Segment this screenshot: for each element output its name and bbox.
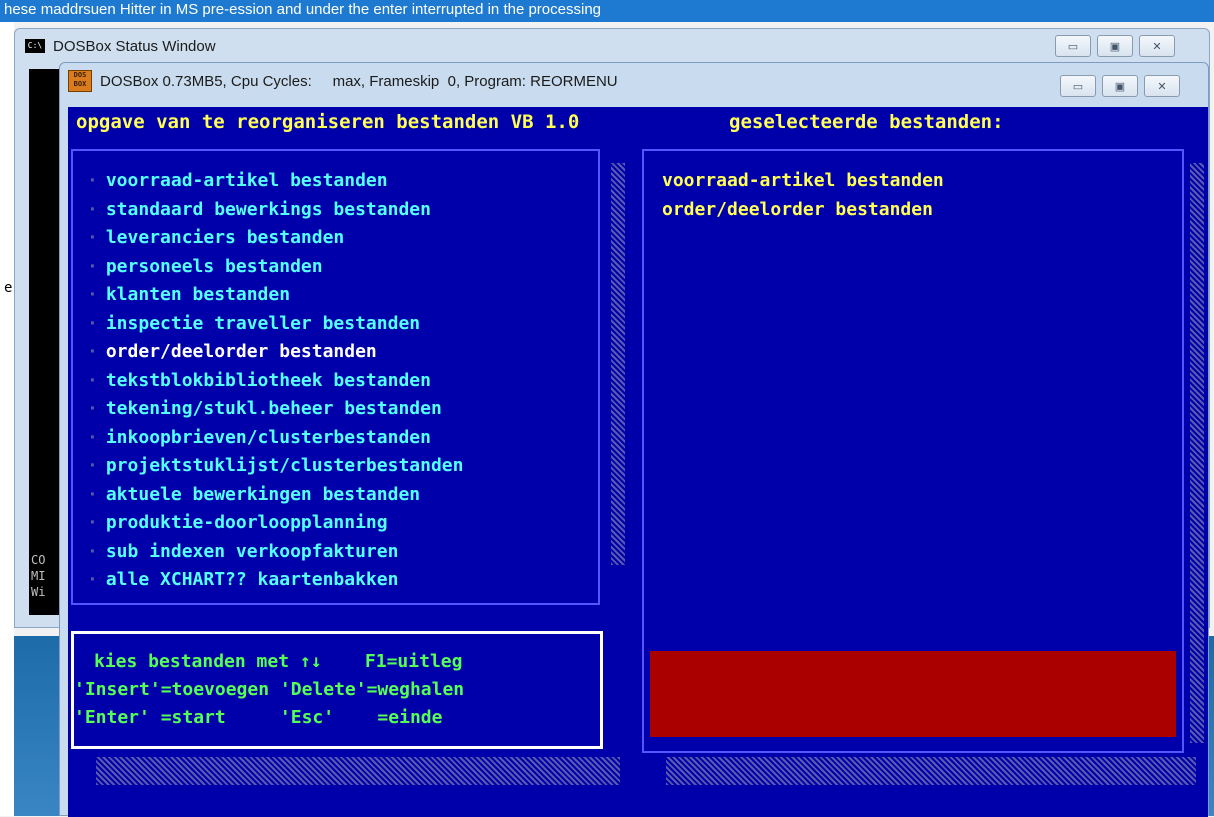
bullet-icon: · bbox=[87, 227, 98, 248]
status-console-area: CO MI Wi bbox=[29, 69, 59, 615]
close-button[interactable]: ✕ bbox=[1139, 35, 1175, 57]
maximize-button[interactable]: ▣ bbox=[1102, 75, 1138, 97]
bullet-icon: · bbox=[87, 369, 98, 391]
dosbox-icon: DOS BOX bbox=[68, 70, 92, 92]
selected-files-panel: voorraad-artikel bestanden order/deelorde… bbox=[642, 149, 1184, 753]
file-list-item-label: aktuele bewerkingen bestanden bbox=[105, 483, 421, 505]
file-list-item[interactable]: · projektstuklijst/clusterbestanden bbox=[87, 452, 463, 481]
dosbox-window[interactable]: DOS BOX DOSBox 0.73MB5, Cpu Cycles: max, … bbox=[59, 62, 1209, 817]
maximize-icon: ▣ bbox=[1109, 40, 1121, 53]
file-list-item[interactable]: · tekening/stukl.beheer bestanden bbox=[87, 395, 463, 424]
dosbox-title: DOSBox 0.73MB5, Cpu Cycles: max, Framesk… bbox=[100, 72, 618, 90]
bullet-icon: · bbox=[87, 483, 98, 505]
bullet-icon: · bbox=[87, 341, 98, 362]
file-list-item[interactable]: · aktuele bewerkingen bestanden bbox=[87, 481, 463, 510]
console-line: CO bbox=[31, 553, 46, 567]
help-line: 'Insert'=toevoegen 'Delete'=weghalen bbox=[74, 679, 465, 700]
console-line: MI bbox=[31, 569, 46, 583]
console-icon: C:\ bbox=[25, 39, 45, 53]
status-window-titlebar[interactable]: C:\ DOSBox Status Window bbox=[25, 35, 216, 57]
bullet-icon: · bbox=[87, 455, 98, 476]
file-list-panel: · voorraad-artikel bestanden · standaard be… bbox=[71, 149, 600, 605]
key-help-box: kies bestanden met ↑↓ F1=uitleg 'Insert'… bbox=[71, 631, 603, 749]
file-list-item-label: sub indexen verkoopfakturen bbox=[105, 540, 399, 562]
close-icon: ✕ bbox=[1152, 40, 1162, 53]
file-list-item[interactable]: · tekstblokbibliotheek bestanden bbox=[87, 367, 463, 396]
file-list-item[interactable]: · order/deelorder bestanden bbox=[87, 338, 463, 367]
bullet-icon: · bbox=[87, 312, 98, 334]
top-strip: hese maddrsuen Hitter in MS pre-ession a… bbox=[0, 0, 1214, 22]
selected-file-item[interactable]: voorraad-artikel bestanden bbox=[662, 167, 944, 196]
minimize-button[interactable]: ▭ bbox=[1060, 75, 1096, 97]
file-list-item-label: personeels bestanden bbox=[105, 255, 323, 277]
desktop-edge: e h bbox=[0, 22, 14, 816]
bullet-icon: · bbox=[87, 512, 98, 533]
file-list-item-label: klanten bestanden bbox=[105, 284, 291, 305]
file-list-item-label: order/deelorder bestanden bbox=[105, 341, 377, 362]
file-list-item[interactable]: · produktie-doorloopplanning bbox=[87, 509, 463, 538]
help-line: 'Enter' =start 'Esc' =einde bbox=[74, 707, 443, 728]
desktop-text-e: e bbox=[4, 280, 13, 296]
bullet-icon: · bbox=[87, 569, 98, 590]
close-icon: ✕ bbox=[1157, 80, 1167, 93]
file-list-item[interactable]: · inkoopbrieven/clusterbestanden bbox=[87, 424, 463, 453]
console-line: Wi bbox=[31, 585, 46, 599]
maximize-button[interactable]: ▣ bbox=[1097, 35, 1133, 57]
status-window-title: DOSBox Status Window bbox=[53, 37, 216, 55]
screen-header-right: geselecteerde bestanden: bbox=[729, 111, 1004, 133]
bullet-icon: · bbox=[87, 540, 98, 562]
selected-files-scrollbar[interactable] bbox=[1190, 163, 1204, 743]
close-button[interactable]: ✕ bbox=[1144, 75, 1180, 97]
minimize-button[interactable]: ▭ bbox=[1055, 35, 1091, 57]
bullet-icon: · bbox=[87, 198, 98, 220]
dos-screen[interactable]: opgave van te reorganiseren bestanden VB… bbox=[68, 107, 1208, 817]
file-list: · voorraad-artikel bestanden · standaard be… bbox=[87, 167, 463, 595]
minimize-icon: ▭ bbox=[1067, 40, 1079, 53]
file-list-scrollbar[interactable] bbox=[611, 163, 625, 565]
minimize-icon: ▭ bbox=[1072, 80, 1084, 93]
bullet-icon: · bbox=[87, 426, 98, 448]
bullet-icon: · bbox=[87, 398, 98, 419]
status-message-box bbox=[650, 651, 1176, 737]
file-list-item-label: projektstuklijst/clusterbestanden bbox=[105, 455, 464, 476]
file-list-item[interactable]: · inspectie traveller bestanden bbox=[87, 310, 463, 339]
maximize-icon: ▣ bbox=[1114, 80, 1126, 93]
bullet-icon: · bbox=[87, 255, 98, 277]
file-list-item[interactable]: · alle XCHART?? kaartenbakken bbox=[87, 566, 463, 595]
bullet-icon: · bbox=[87, 170, 98, 191]
file-list-item[interactable]: · standaard bewerkings bestanden bbox=[87, 196, 463, 225]
file-list-item-label: alle XCHART?? kaartenbakken bbox=[105, 569, 399, 590]
file-list-item[interactable]: · klanten bestanden bbox=[87, 281, 463, 310]
file-list-item-label: inspectie traveller bestanden bbox=[105, 312, 421, 334]
file-list-item[interactable]: · leveranciers bestanden bbox=[87, 224, 463, 253]
file-list-item[interactable]: · voorraad-artikel bestanden bbox=[87, 167, 463, 196]
file-list-item-label: tekening/stukl.beheer bestanden bbox=[105, 398, 442, 419]
file-list-item[interactable]: · sub indexen verkoopfakturen bbox=[87, 538, 463, 567]
file-list-item-label: standaard bewerkings bestanden bbox=[105, 198, 431, 220]
file-list-item-label: voorraad-artikel bestanden bbox=[105, 170, 388, 191]
file-list-item-label: leveranciers bestanden bbox=[105, 227, 345, 248]
dosbox-titlebar[interactable]: DOS BOX DOSBox 0.73MB5, Cpu Cycles: max, … bbox=[68, 69, 618, 93]
help-line: kies bestanden met ↑↓ F1=uitleg bbox=[94, 651, 463, 672]
screen-header-left: opgave van te reorganiseren bestanden VB… bbox=[76, 111, 580, 133]
file-list-item-label: inkoopbrieven/clusterbestanden bbox=[105, 426, 431, 448]
bullet-icon: · bbox=[87, 284, 98, 305]
selected-file-item[interactable]: order/deelorder bestanden bbox=[662, 196, 944, 225]
shadow-bar bbox=[96, 757, 620, 785]
shadow-bar bbox=[666, 757, 1196, 785]
file-list-item[interactable]: · personeels bestanden bbox=[87, 253, 463, 282]
file-list-item-label: tekstblokbibliotheek bestanden bbox=[105, 369, 431, 391]
file-list-item-label: produktie-doorloopplanning bbox=[105, 512, 388, 533]
desktop-text-h: h bbox=[4, 640, 13, 656]
selected-files-list: voorraad-artikel bestanden order/deelorde… bbox=[662, 167, 944, 224]
